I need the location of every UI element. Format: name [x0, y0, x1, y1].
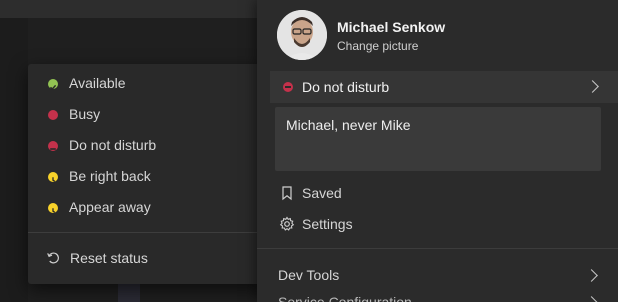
- busy-icon: [48, 110, 58, 120]
- saved-label: Saved: [302, 185, 342, 201]
- status-message-text: Michael, never Mike: [286, 117, 411, 133]
- dev-tools-item[interactable]: Dev Tools: [257, 260, 618, 290]
- bookmark-icon: [282, 186, 292, 201]
- clock-icon: [48, 172, 58, 182]
- reset-status-label: Reset status: [70, 250, 148, 266]
- status-option-label: Appear away: [69, 199, 151, 215]
- service-configuration-label: Service Configuration: [278, 294, 412, 302]
- dev-tools-label: Dev Tools: [278, 267, 340, 283]
- status-menu: Available Busy Do not disturb Be right b…: [28, 64, 268, 284]
- current-status-label: Do not disturb: [302, 79, 390, 95]
- change-picture-link[interactable]: Change picture: [337, 39, 418, 53]
- current-status-selector[interactable]: Do not disturb: [270, 71, 618, 103]
- settings-label: Settings: [302, 216, 353, 232]
- status-option-appear-away[interactable]: Appear away: [28, 193, 268, 223]
- status-option-label: Be right back: [69, 168, 151, 184]
- reset-status-button[interactable]: Reset status: [28, 242, 268, 274]
- saved-item[interactable]: Saved: [257, 179, 618, 207]
- service-configuration-item[interactable]: Service Configuration: [257, 290, 618, 302]
- status-option-label: Available: [69, 75, 126, 91]
- status-message-input[interactable]: Michael, never Mike: [275, 107, 601, 171]
- do-not-disturb-icon: [48, 141, 58, 151]
- chevron-right-icon: [585, 269, 598, 282]
- profile-name: Michael Senkow: [337, 19, 446, 35]
- status-option-label: Do not disturb: [69, 137, 157, 153]
- chevron-right-icon: [586, 80, 599, 93]
- app-bar: [0, 18, 28, 302]
- avatar[interactable]: [277, 10, 327, 60]
- gear-icon: [279, 216, 295, 231]
- reset-icon: [47, 252, 59, 264]
- chevron-right-icon: [585, 296, 598, 302]
- profile-photo: [277, 10, 327, 60]
- available-icon: [48, 79, 58, 91]
- status-option-label: Busy: [69, 106, 101, 122]
- status-option-be-right-back[interactable]: Be right back: [28, 162, 268, 192]
- menu-divider: [28, 232, 268, 233]
- status-option-do-not-disturb[interactable]: Do not disturb: [28, 131, 268, 161]
- clock-icon: [48, 203, 58, 213]
- settings-item[interactable]: Settings: [257, 210, 618, 238]
- status-option-busy[interactable]: Busy: [28, 100, 268, 130]
- panel-divider: [257, 248, 618, 249]
- profile-panel: Michael Senkow Change picture Do not dis…: [257, 0, 618, 302]
- status-option-available[interactable]: Available: [28, 69, 268, 99]
- do-not-disturb-icon: [283, 82, 293, 92]
